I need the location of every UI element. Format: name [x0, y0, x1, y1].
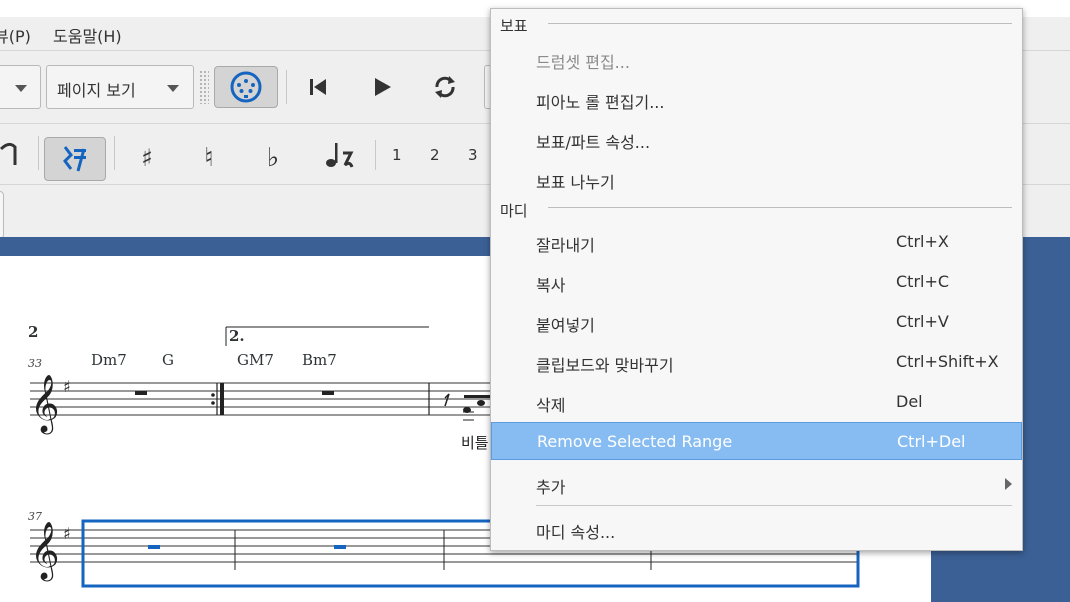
whole-rest-icon — [322, 391, 334, 395]
menu-item-copy[interactable]: 복사 Ctrl+C — [491, 263, 1022, 301]
menu-item-label: 보표/파트 속성... — [536, 133, 651, 152]
menu-item-piano-roll[interactable]: 피아노 롤 편집기... — [491, 80, 1022, 118]
menu-item-edit-drumset[interactable]: 드럼셋 편집... — [491, 40, 1022, 78]
chord-symbol[interactable]: Bm7 — [302, 351, 337, 369]
chord-symbol[interactable]: GM7 — [237, 351, 274, 369]
menu-item-add[interactable]: 추가 — [491, 465, 1022, 503]
key-sharp-icon: ♯ — [63, 377, 71, 396]
treble-clef-icon: 𝄞 — [30, 374, 60, 435]
menu-item-shortcut: Del — [896, 392, 923, 411]
menu-item-shortcut: Ctrl+Shift+X — [896, 352, 999, 371]
context-menu: 보표 드럼셋 편집... 피아노 롤 편집기... 보표/파트 속성... 보표… — [490, 8, 1023, 551]
lyric-text[interactable]: 비틀 — [461, 432, 489, 453]
measure-number: 37 — [28, 510, 42, 523]
menu-item-measure-properties[interactable]: 마디 속성... — [491, 510, 1022, 548]
menu-item-label: 드럼셋 편집... — [536, 53, 630, 72]
menu-item-label: 마디 속성... — [536, 523, 616, 542]
menu-item-label: 클립보드와 맞바꾸기 — [536, 356, 674, 375]
menu-item-shortcut: Ctrl+Del — [897, 432, 966, 451]
menu-item-remove-selected-range[interactable]: Remove Selected Range Ctrl+Del — [491, 422, 1022, 460]
treble-clef-icon: 𝄞 — [30, 521, 60, 582]
menu-item-label: 복사 — [536, 276, 566, 295]
staff-system-1: 𝄞 ♯ — [30, 326, 490, 435]
chevron-right-icon — [1005, 478, 1012, 490]
menu-item-label: 보표 나누기 — [536, 173, 615, 192]
menu-item-cut[interactable]: 잘라내기 Ctrl+X — [491, 223, 1022, 261]
chord-symbol[interactable]: Dm7 — [91, 351, 127, 369]
menu-item-delete[interactable]: 삭제 Del — [491, 383, 1022, 421]
menu-item-label: 붙여넣기 — [536, 316, 595, 335]
menu-item-swap-clipboard[interactable]: 클립보드와 맞바꾸기 Ctrl+Shift+X — [491, 343, 1022, 381]
menu-item-label: 추가 — [536, 478, 566, 497]
whole-rest-icon — [334, 545, 346, 549]
chord-symbol[interactable]: G — [162, 351, 174, 369]
whole-rest-icon — [148, 545, 160, 549]
section-header-measure: 마디 — [500, 202, 528, 220]
menu-item-shortcut: Ctrl+X — [896, 232, 949, 251]
menu-item-label: 잘라내기 — [536, 236, 595, 255]
section-header-score: 보표 — [500, 17, 528, 35]
menu-item-split-staff[interactable]: 보표 나누기 — [491, 160, 1022, 198]
menu-item-paste[interactable]: 붙여넣기 Ctrl+V — [491, 303, 1022, 341]
whole-rest-icon — [135, 391, 147, 395]
measure-number: 33 — [28, 357, 42, 370]
key-sharp-icon: ♯ — [63, 524, 71, 543]
volta-number: 2 — [28, 323, 39, 341]
section-divider — [548, 23, 1012, 24]
menu-item-label: 삭제 — [536, 396, 566, 415]
menu-separator — [536, 505, 1012, 506]
menu-item-label: 피아노 롤 편집기... — [536, 93, 665, 112]
volta-label: 2. — [229, 327, 245, 345]
menu-item-shortcut: Ctrl+V — [896, 312, 949, 331]
menu-item-shortcut: Ctrl+C — [896, 272, 950, 291]
section-divider — [548, 207, 1012, 208]
menu-item-staff-properties[interactable]: 보표/파트 속성... — [491, 120, 1022, 158]
menu-item-label: Remove Selected Range — [537, 432, 733, 451]
